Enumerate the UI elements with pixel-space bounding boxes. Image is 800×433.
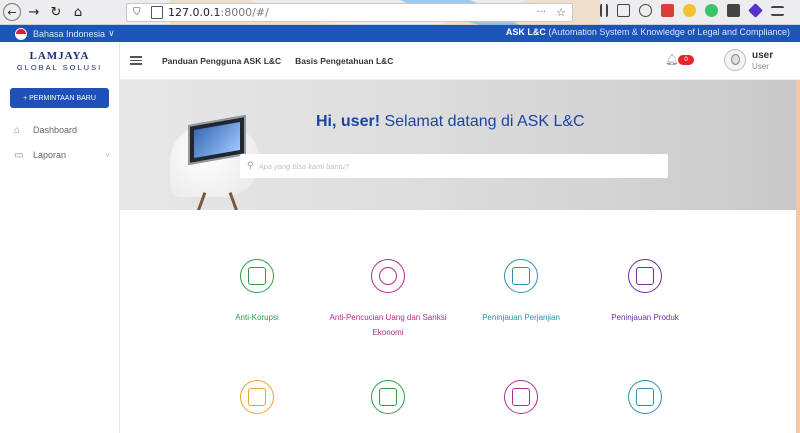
nav-link-user-guide[interactable]: Panduan Pengguna ASK L&C	[162, 56, 281, 66]
nav-link-knowledge-base[interactable]: Basis Pengetahuan L&C	[295, 56, 393, 66]
url-path: :8000/#/	[220, 6, 269, 19]
new-request-button[interactable]: + PERMINTAAN BARU	[10, 88, 109, 108]
tile-anti-pencucian-uang[interactable]: Anti-Pencucian Uang dan Sanksi Ekonomi	[318, 259, 458, 340]
tile-row2-3[interactable]	[451, 380, 591, 414]
page-actions-icon[interactable]: ···	[536, 7, 546, 18]
sidebar-item-dashboard[interactable]: ⌂ Dashboard	[14, 123, 110, 137]
extension-yellow-icon[interactable]	[683, 4, 696, 17]
calendar-icon	[371, 380, 405, 414]
browser-toolbar: ← → ↻ ⌂ ⛉ 127.0.0.1:8000/#/ ··· ☆	[0, 0, 800, 25]
tile-row2-2[interactable]	[318, 380, 458, 414]
logo-line-2: GLOBAL SOLUSI	[16, 63, 103, 72]
app-top-bar: Bahasa Indonesia ∨ ASK L&C (Automation S…	[0, 25, 800, 42]
sidebar-item-label: Laporan	[33, 150, 67, 160]
logo-line-1: LAMJAYA	[29, 50, 90, 62]
sidebar-icon[interactable]	[617, 4, 630, 17]
document-icon	[240, 259, 274, 293]
app-description: (Automation System & Knowledge of Legal …	[545, 27, 790, 37]
search-icon: ⚲	[247, 161, 254, 171]
money-icon	[371, 259, 405, 293]
notification-badge: 0	[678, 55, 694, 65]
extension-green-icon[interactable]	[705, 4, 718, 17]
indonesia-flag-icon	[15, 27, 27, 40]
tile-row2-4[interactable]	[575, 380, 715, 414]
extension-purple-icon[interactable]	[748, 3, 763, 18]
contract-icon	[504, 259, 538, 293]
menu-icon[interactable]	[771, 5, 784, 16]
extension-red-icon[interactable]	[661, 4, 674, 17]
bookmark-star-icon[interactable]: ☆	[556, 6, 566, 19]
hamburger-menu-icon[interactable]	[130, 54, 142, 67]
tile-label: Anti-Korupsi	[235, 313, 279, 322]
library-icon[interactable]	[600, 4, 608, 17]
greeting-name: Hi, user!	[316, 113, 381, 130]
app-name: ASK L&C	[505, 27, 546, 37]
search-box[interactable]: ⚲	[240, 154, 668, 178]
tile-row2-1[interactable]	[187, 380, 327, 414]
scrollbar[interactable]	[796, 80, 800, 433]
page-icon	[151, 6, 163, 19]
reload-icon[interactable]: ↻	[47, 3, 65, 21]
back-icon[interactable]: ←	[3, 3, 21, 21]
sidebar: LAMJAYA GLOBAL SOLUSI + PERMINTAAN BARU …	[0, 42, 120, 433]
forward-icon[interactable]: →	[25, 3, 43, 21]
user-name[interactable]: user	[752, 50, 773, 61]
sidebar-item-label: Dashboard	[33, 125, 78, 135]
top-navbar: Panduan Pengguna ASK L&C Basis Pengetahu…	[120, 42, 800, 80]
address-bar[interactable]: ⛉ 127.0.0.1:8000/#/ ··· ☆	[126, 3, 573, 22]
home-icon[interactable]: ⌂	[69, 3, 87, 21]
chart-report-icon	[628, 380, 662, 414]
account-icon[interactable]	[639, 4, 652, 17]
chevron-down-icon: ∨	[108, 28, 115, 38]
tile-anti-korupsi[interactable]: Anti-Korupsi	[187, 259, 327, 325]
notification-bell-icon[interactable]: 🔔︎	[665, 53, 679, 66]
presentation-icon	[504, 380, 538, 414]
extension-grid-icon[interactable]	[727, 4, 740, 17]
tile-label: Peninjauan Perjanjian	[482, 313, 560, 322]
user-role: User	[752, 62, 769, 71]
url-host: 127.0.0.1	[168, 6, 221, 19]
welcome-heading: Hi, user! Selamat datang di ASK L&C	[316, 113, 585, 131]
home-icon: ⌂	[14, 124, 21, 136]
tile-label: Peninjauan Produk	[611, 313, 679, 322]
greeting-text: Selamat datang di ASK L&C	[380, 113, 585, 130]
company-logo[interactable]: LAMJAYA GLOBAL SOLUSI	[0, 42, 119, 72]
toolbar-extensions	[600, 3, 784, 18]
tile-peninjauan-perjanjian[interactable]: Peninjauan Perjanjian	[451, 259, 591, 325]
language-label: Bahasa Indonesia	[33, 28, 106, 39]
search-input[interactable]	[258, 161, 639, 171]
language-selector[interactable]: Bahasa Indonesia ∨	[15, 27, 115, 40]
user-avatar[interactable]	[724, 49, 746, 71]
hero-banner: Hi, user! Selamat datang di ASK L&C ⚲	[120, 80, 800, 210]
sidebar-item-laporan[interactable]: ▭ Laporan ∨	[14, 148, 110, 162]
shield-icon: ⛉	[133, 7, 141, 18]
tile-peninjauan-produk[interactable]: Peninjauan Produk	[575, 259, 715, 325]
tile-label: Anti-Pencucian Uang dan Sanksi Ekonomi	[329, 313, 447, 337]
app-tagline: ASK L&C (Automation System & Knowledge o…	[506, 27, 790, 37]
product-boxes-icon	[628, 259, 662, 293]
report-icon: ▭	[14, 149, 24, 161]
checklist-icon	[240, 380, 274, 414]
chevron-down-icon: ∨	[104, 152, 110, 159]
